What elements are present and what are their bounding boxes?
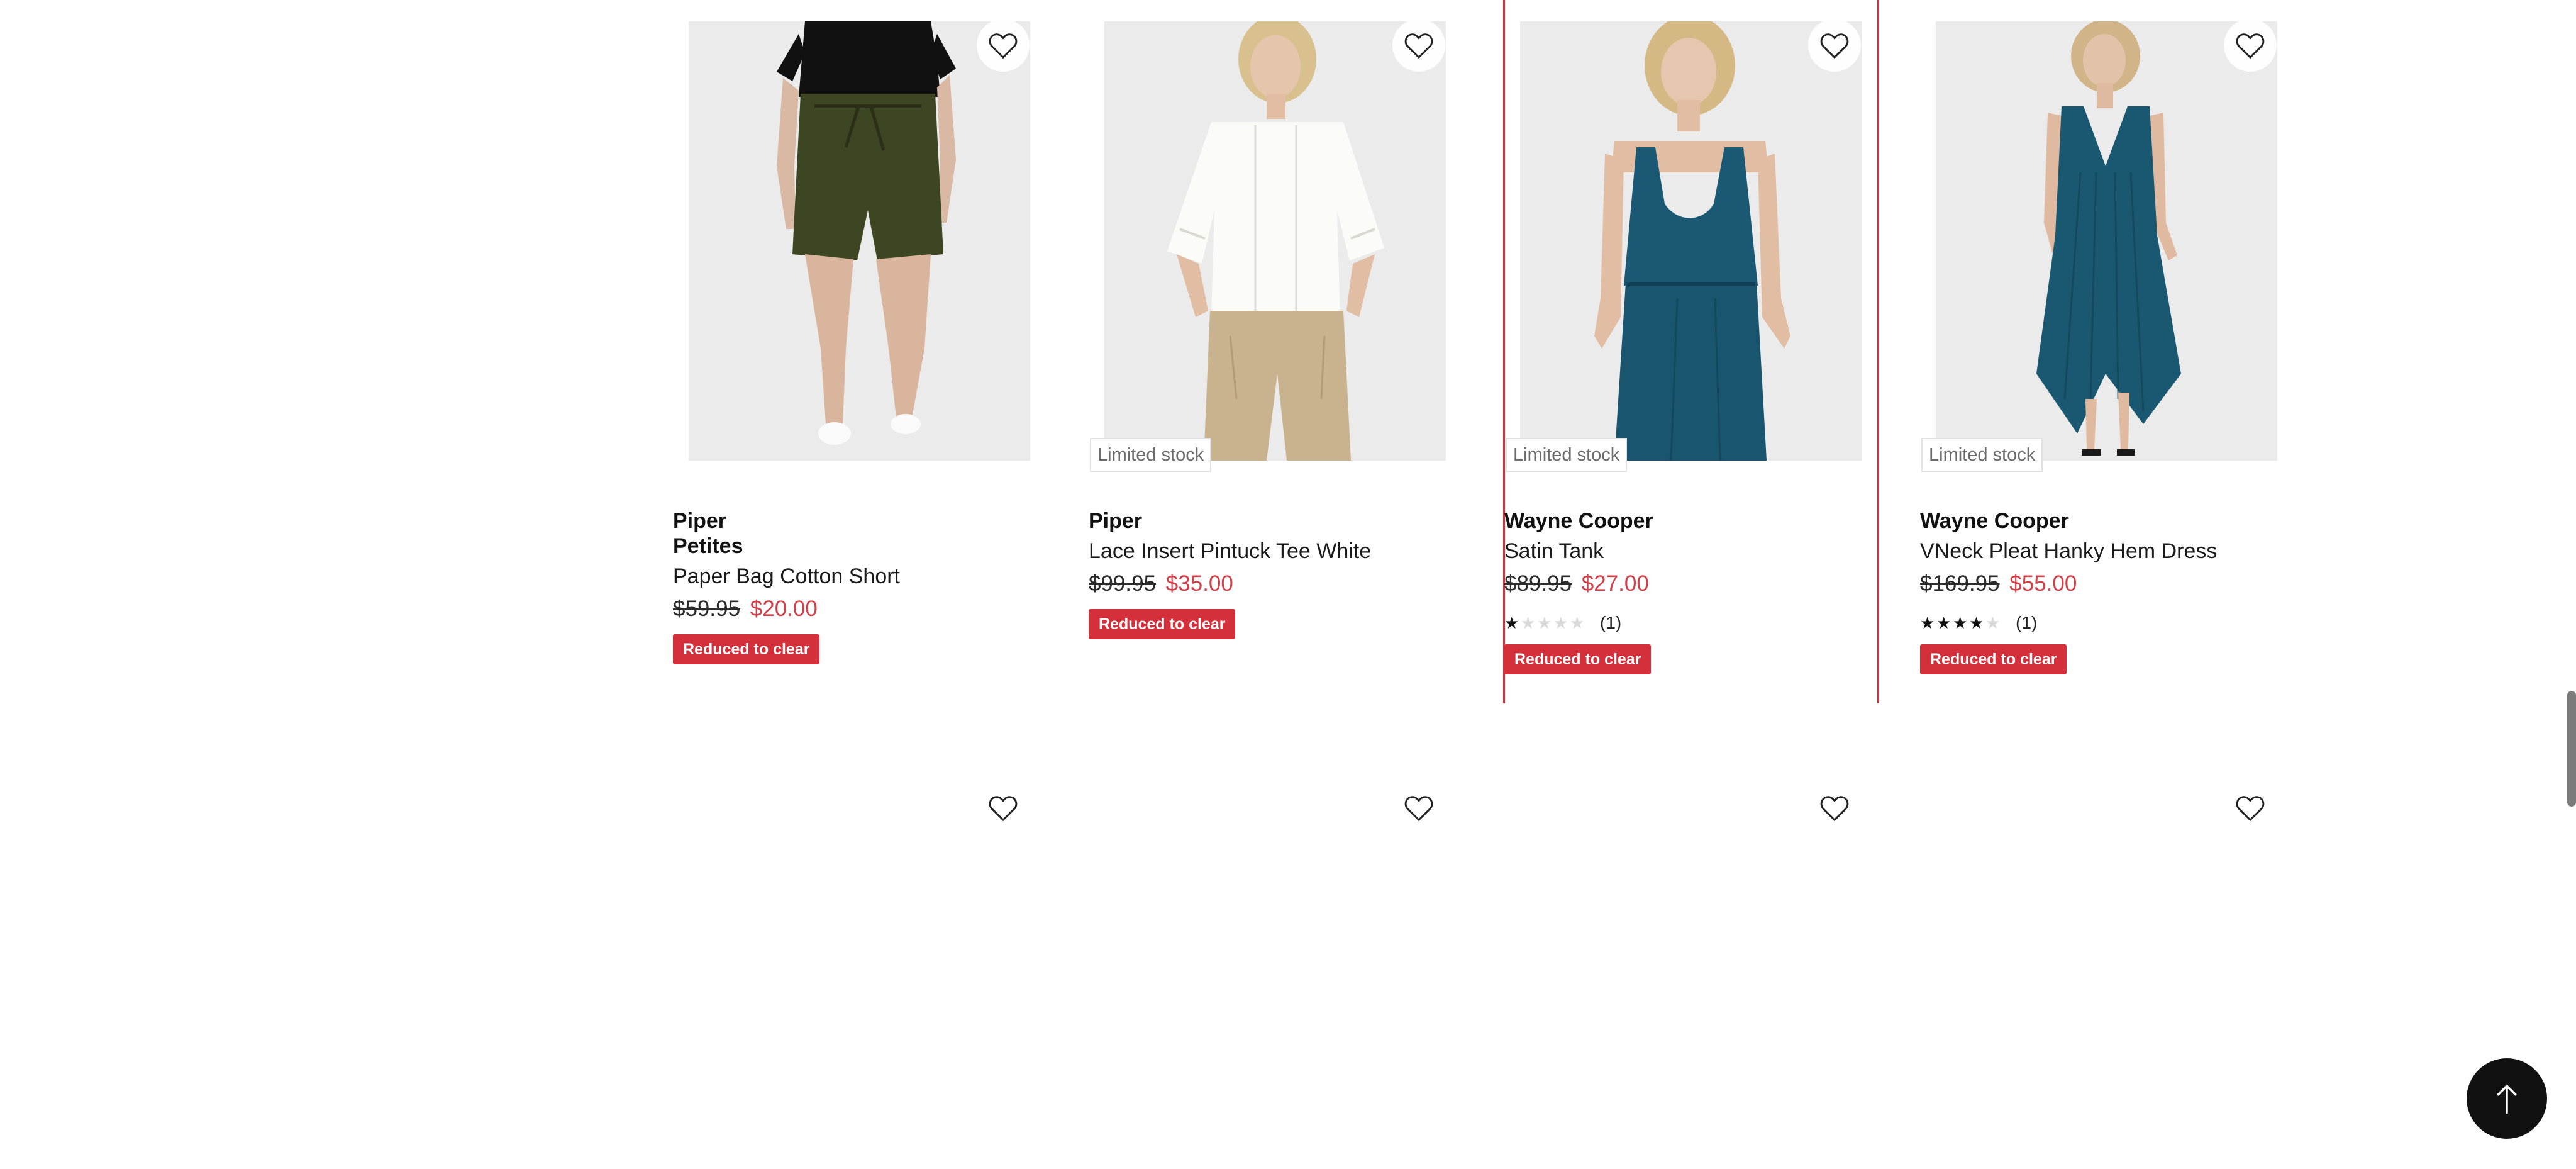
original-price: $59.95 bbox=[673, 596, 741, 621]
reduced-to-clear-badge: Reduced to clear bbox=[1504, 644, 1652, 674]
star-icon: ★ bbox=[1953, 613, 1968, 632]
product-price: $89.95 $27.00 bbox=[1504, 568, 1875, 600]
back-to-top-button[interactable] bbox=[2467, 1058, 2547, 1139]
product-sub-brand[interactable]: Petites bbox=[673, 534, 1044, 559]
star-icon: ★ bbox=[1985, 613, 2001, 632]
product-photo-teal-dress bbox=[1936, 21, 2277, 461]
star-icon: ★ bbox=[1570, 613, 1585, 632]
product-photo-white-tee bbox=[1104, 21, 1446, 461]
reduced-to-clear-badge: Reduced to clear bbox=[673, 634, 820, 664]
sale-price: $27.00 bbox=[1581, 571, 1649, 596]
product-brand[interactable]: Piper bbox=[673, 508, 1044, 534]
star-rating: ★ ★ ★ ★ ★ bbox=[1920, 613, 2002, 632]
page-scrollbar[interactable] bbox=[2567, 691, 2576, 807]
star-icon: ★ bbox=[1936, 613, 1951, 632]
reduced-to-clear-badge: Reduced to clear bbox=[1920, 644, 2067, 674]
product-rating[interactable]: ★ ★ ★ ★ ★ (1) bbox=[1920, 610, 2291, 635]
sale-price: $20.00 bbox=[750, 596, 818, 621]
product-image[interactable] bbox=[689, 21, 1030, 461]
review-count[interactable]: (1) bbox=[2016, 613, 2037, 633]
wishlist-heart-icon[interactable] bbox=[1392, 19, 1445, 72]
product-price: $169.95 $55.00 bbox=[1920, 568, 2291, 600]
sale-price: $55.00 bbox=[2009, 571, 2077, 596]
focus-outline-right bbox=[1877, 0, 1879, 703]
product-price: $99.95 $35.00 bbox=[1089, 568, 1460, 600]
product-image[interactable] bbox=[1104, 21, 1446, 461]
wishlist-heart-icon[interactable] bbox=[977, 781, 1030, 834]
reduced-to-clear-badge: Reduced to clear bbox=[1089, 609, 1236, 639]
product-price: $59.95 $20.00 bbox=[673, 593, 1044, 625]
product-rating[interactable]: ★ ★ ★ ★ ★ (1) bbox=[1504, 610, 1875, 635]
product-card[interactable] bbox=[1504, 781, 1875, 857]
wishlist-heart-icon[interactable] bbox=[977, 19, 1030, 72]
product-image[interactable] bbox=[1520, 21, 1862, 461]
arrow-up-icon bbox=[2497, 1085, 2517, 1114]
wishlist-heart-icon[interactable] bbox=[2224, 781, 2277, 834]
product-brand[interactable]: Wayne Cooper bbox=[1920, 508, 2291, 534]
star-icon: ★ bbox=[1920, 613, 1935, 632]
star-icon: ★ bbox=[1553, 613, 1568, 632]
product-brand[interactable]: Piper bbox=[1089, 508, 1460, 534]
product-name[interactable]: Paper Bag Cotton Short bbox=[673, 561, 1044, 591]
product-image[interactable] bbox=[1936, 21, 2277, 461]
wishlist-heart-icon[interactable] bbox=[1392, 781, 1445, 834]
star-icon: ★ bbox=[1537, 613, 1552, 632]
product-brand[interactable]: Wayne Cooper bbox=[1504, 508, 1875, 534]
star-rating: ★ ★ ★ ★ ★ bbox=[1504, 613, 1586, 632]
limited-stock-badge: Limited stock bbox=[1090, 438, 1212, 472]
original-price: $169.95 bbox=[1920, 571, 2000, 596]
product-info: Piper Lace Insert Pintuck Tee White $99.… bbox=[1089, 508, 1460, 639]
star-icon: ★ bbox=[1504, 613, 1519, 632]
wishlist-heart-icon[interactable] bbox=[1808, 19, 1861, 72]
product-card[interactable] bbox=[1089, 781, 1460, 857]
original-price: $99.95 bbox=[1089, 571, 1157, 596]
product-photo-teal-satin-tank bbox=[1520, 21, 1862, 461]
product-card[interactable] bbox=[673, 781, 1044, 857]
product-name[interactable]: Lace Insert Pintuck Tee White bbox=[1089, 536, 1460, 566]
original-price: $89.95 bbox=[1504, 571, 1572, 596]
product-card[interactable] bbox=[1920, 781, 2291, 857]
review-count[interactable]: (1) bbox=[1600, 613, 1621, 633]
product-photo-khaki-shorts bbox=[689, 21, 1030, 461]
product-name[interactable]: VNeck Pleat Hanky Hem Dress bbox=[1920, 536, 2291, 566]
star-icon: ★ bbox=[1521, 613, 1536, 632]
product-info: Wayne Cooper Satin Tank $89.95 $27.00 ★ … bbox=[1504, 508, 1875, 674]
product-info: Piper Petites Paper Bag Cotton Short $59… bbox=[673, 508, 1044, 664]
star-icon: ★ bbox=[1969, 613, 1984, 632]
product-name[interactable]: Satin Tank bbox=[1504, 536, 1875, 566]
sale-price: $35.00 bbox=[1165, 571, 1233, 596]
product-info: Wayne Cooper VNeck Pleat Hanky Hem Dress… bbox=[1920, 508, 2291, 674]
limited-stock-badge: Limited stock bbox=[1921, 438, 2043, 472]
limited-stock-badge: Limited stock bbox=[1506, 438, 1628, 472]
wishlist-heart-icon[interactable] bbox=[2224, 19, 2277, 72]
wishlist-heart-icon[interactable] bbox=[1808, 781, 1861, 834]
